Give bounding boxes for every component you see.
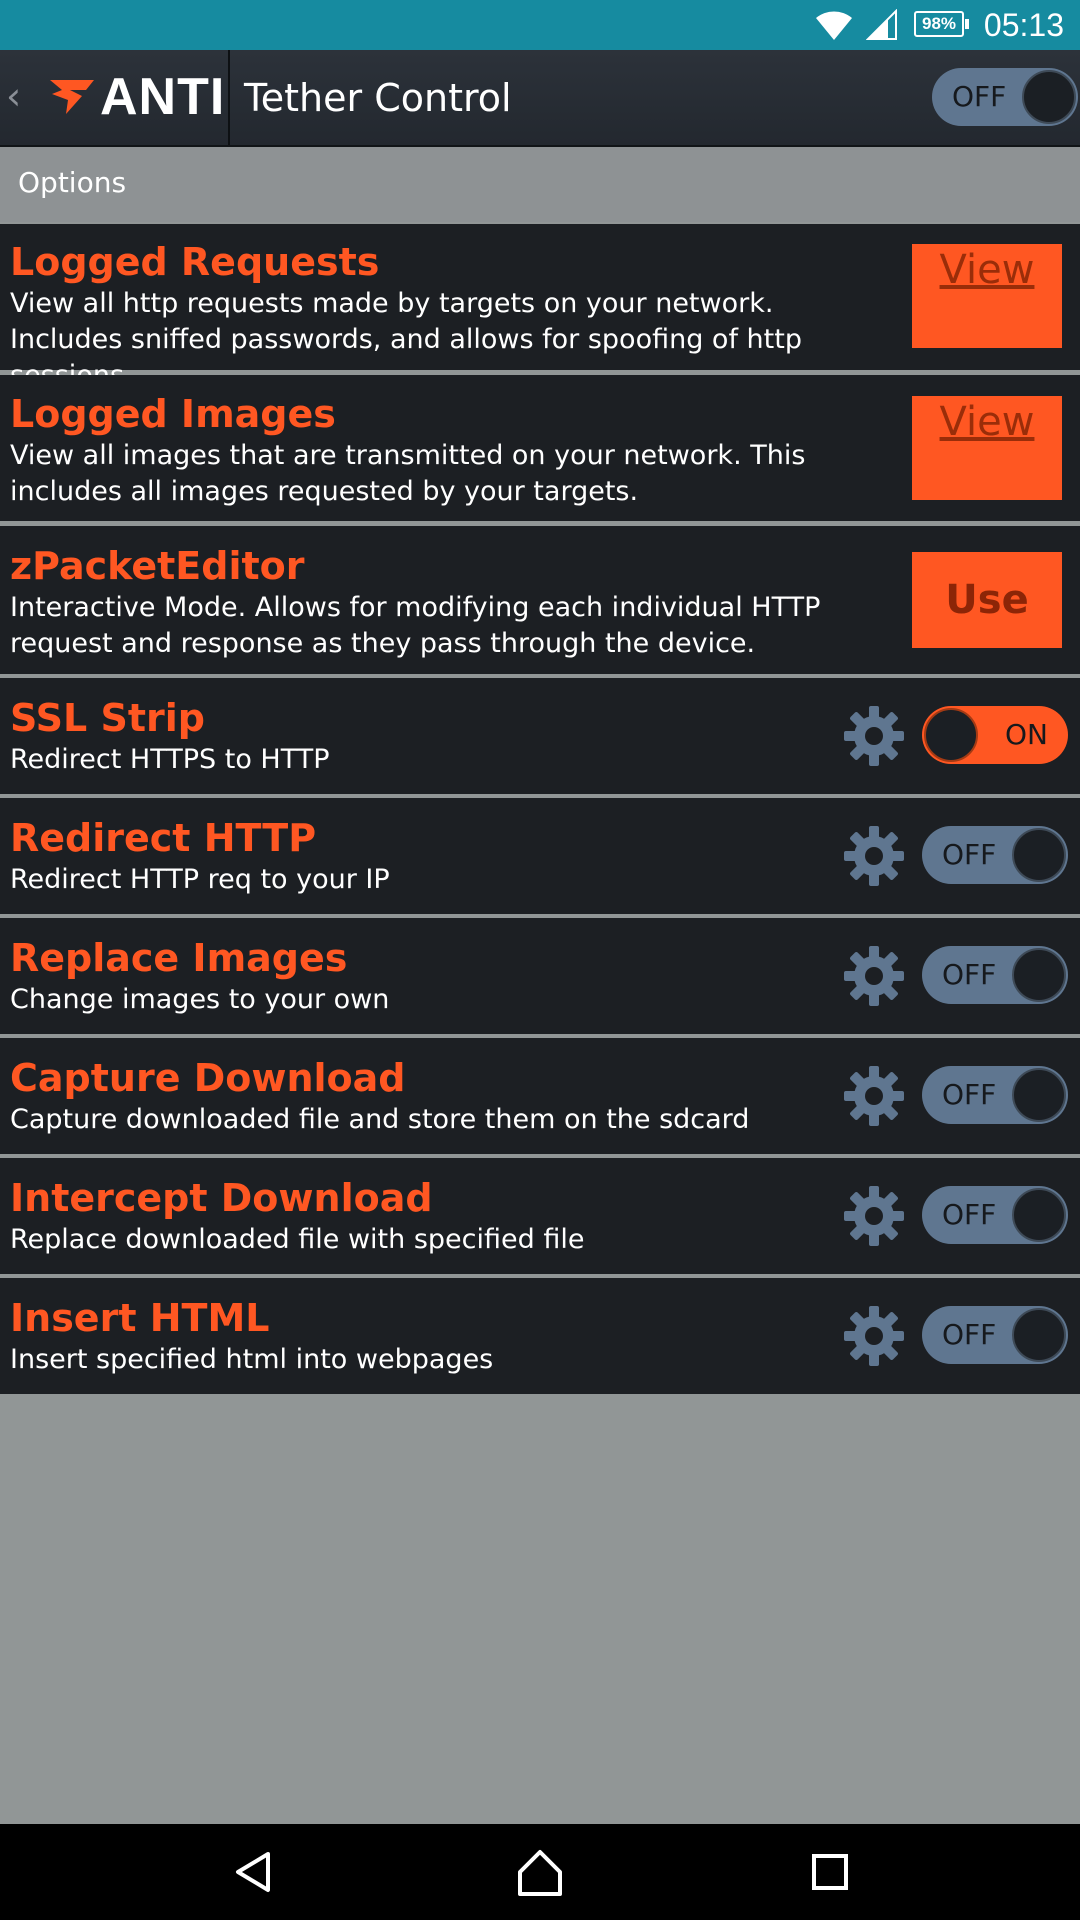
use-button[interactable]: Use (912, 552, 1062, 648)
toggle-label: OFF (942, 958, 997, 991)
option-title: Intercept Download (10, 1176, 433, 1220)
toggle-knob (1012, 1308, 1066, 1362)
option-row-capture-download: Capture Download Capture downloaded file… (0, 1038, 1080, 1154)
option-row-replace-images: Replace Images Change images to your own… (0, 918, 1080, 1034)
gear-icon[interactable] (842, 1304, 906, 1368)
option-row-insert-html: Insert HTML Insert specified html into w… (0, 1278, 1080, 1394)
option-title: Capture Download (10, 1056, 406, 1100)
app-logo-text: ANTI (100, 68, 226, 126)
option-title: Insert HTML (10, 1296, 270, 1340)
toggle-label: OFF (942, 1198, 997, 1231)
option-description: Redirect HTTP req to your IP (10, 864, 390, 895)
options-header: Options (0, 147, 1080, 222)
recents-nav-icon[interactable] (804, 1846, 856, 1898)
option-description: Insert specified html into webpages (10, 1344, 494, 1375)
anti-logo-icon (50, 80, 94, 114)
option-title: zPacketEditor (10, 544, 305, 588)
toggle-knob (1012, 948, 1066, 1002)
toggle-knob (1022, 70, 1076, 124)
option-description: Change images to your own (10, 984, 390, 1015)
option-row-redirect-http: Redirect HTTP Redirect HTTP req to your … (0, 798, 1080, 914)
insert-html-toggle[interactable]: OFF (922, 1306, 1068, 1364)
gear-icon[interactable] (842, 1064, 906, 1128)
option-description: Capture downloaded file and store them o… (10, 1104, 750, 1135)
toggle-knob (1012, 1188, 1066, 1242)
cell-signal-icon (866, 9, 897, 40)
option-title: Logged Images (10, 392, 336, 436)
option-title: SSL Strip (10, 696, 205, 740)
navigation-bar (0, 1824, 1080, 1920)
options-header-label: Options (18, 166, 127, 199)
status-time: 05:13 (983, 7, 1064, 43)
option-description: View all images that are transmitted on … (10, 440, 806, 507)
option-title: Logged Requests (10, 240, 380, 284)
gear-icon[interactable] (842, 944, 906, 1008)
toggle-label: OFF (942, 1318, 997, 1351)
gear-icon[interactable] (842, 1184, 906, 1248)
option-description: Interactive Mode. Allows for modifying e… (10, 592, 821, 659)
view-button[interactable]: View (912, 396, 1062, 500)
capture-download-toggle[interactable]: OFF (922, 1066, 1068, 1124)
status-bar: 98% 05:13 (0, 0, 1080, 50)
toggle-knob (1012, 828, 1066, 882)
option-row-ssl-strip: SSL Strip Redirect HTTPS to HTTP ON (0, 678, 1080, 794)
ssl-strip-toggle[interactable]: ON (922, 706, 1068, 764)
option-title: Redirect HTTP (10, 816, 317, 860)
gear-icon[interactable] (842, 824, 906, 888)
back-chevron-icon[interactable]: ‹ (6, 76, 21, 116)
home-nav-icon[interactable] (514, 1846, 566, 1898)
toggle-label: OFF (942, 838, 997, 871)
toggle-label: ON (1005, 718, 1048, 751)
page-title: Tether Control (244, 76, 512, 120)
back-nav-icon[interactable] (228, 1846, 280, 1898)
action-bar-divider (228, 50, 230, 145)
option-title: Replace Images (10, 936, 348, 980)
battery-icon: 98% (914, 11, 969, 37)
gear-icon[interactable] (842, 704, 906, 768)
redirect-http-toggle[interactable]: OFF (922, 826, 1068, 884)
wifi-icon (816, 11, 852, 40)
master-toggle[interactable]: OFF (932, 68, 1078, 126)
toggle-knob (1012, 1068, 1066, 1122)
option-row-logged-images: Logged Images View all images that are t… (0, 375, 1080, 521)
toggle-label: OFF (942, 1078, 997, 1111)
option-description: Replace downloaded file with specified f… (10, 1224, 585, 1255)
master-toggle-label: OFF (952, 80, 1007, 113)
option-row-logged-requests: Logged Requests View all http requests m… (0, 224, 1080, 391)
option-description: Redirect HTTPS to HTTP (10, 744, 330, 775)
option-row-zpacketeditor: zPacketEditor Interactive Mode. Allows f… (0, 526, 1080, 674)
option-row-intercept-download: Intercept Download Replace downloaded fi… (0, 1158, 1080, 1274)
action-bar: ‹ ANTI Tether Control OFF (0, 50, 1080, 147)
replace-images-toggle[interactable]: OFF (922, 946, 1068, 1004)
toggle-knob (924, 708, 978, 762)
view-button[interactable]: View (912, 244, 1062, 348)
intercept-download-toggle[interactable]: OFF (922, 1186, 1068, 1244)
